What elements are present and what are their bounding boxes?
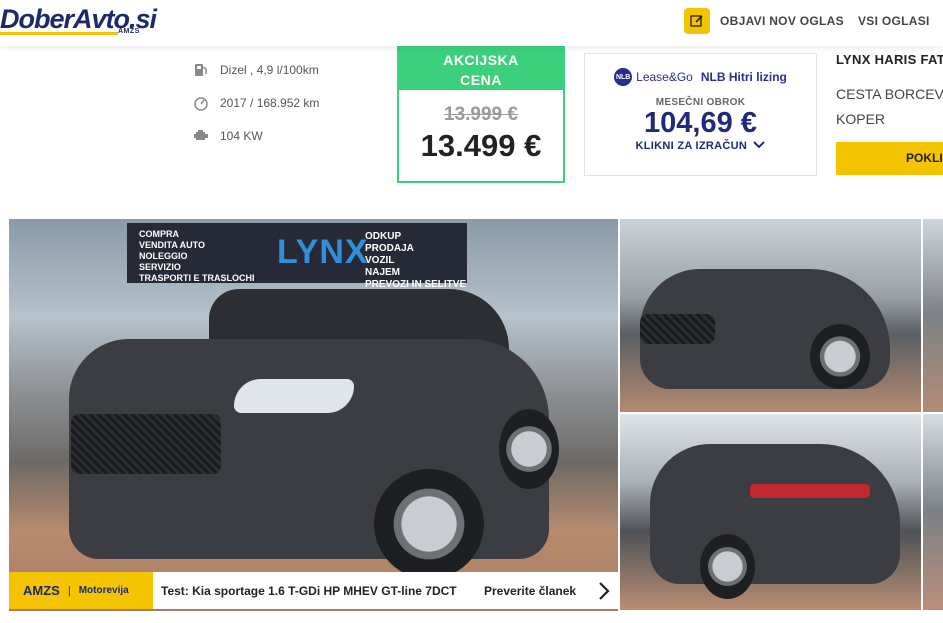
edit-icon xyxy=(684,8,710,34)
billboard-left-line: VENDITA AUTO xyxy=(139,240,206,250)
leasing-brand-row: NLB Lease&Go NLB Hitri lizing xyxy=(585,68,816,86)
promo-line1: AKCIJSKA xyxy=(443,52,519,68)
billboard-left-line: TRASPORTI E TRASLOCHI xyxy=(139,273,255,283)
billboard-right-line: ODKUP xyxy=(365,231,402,242)
dealer-billboard: COMPRA VENDITA AUTO NOLEGGIO SERVIZIO TRASPO… xyxy=(127,223,467,290)
site-header: DoberAvto.si AMZS OBJAVI NOV OGLAS VSI O… xyxy=(0,0,943,46)
spec-fuel: Dizel , 4,9 l/100km xyxy=(192,62,319,78)
spec-year-mileage: 2017 / 168.952 km xyxy=(192,95,319,111)
thumbnail-photo-4[interactable] xyxy=(923,414,943,610)
spec-power: 104 KW xyxy=(192,128,263,144)
car-headlight xyxy=(234,379,354,413)
spec-fuel-text: Dizel , 4,9 l/100km xyxy=(220,63,319,77)
fuel-pump-icon xyxy=(192,62,210,78)
leasing-brand-text: Lease&Go xyxy=(636,70,693,84)
leasing-product: NLB Hitri lizing xyxy=(700,70,787,84)
promo-line2: CENA xyxy=(460,72,502,88)
billboard-right-line: PRODAJA xyxy=(365,243,414,254)
old-price: 13.999 € xyxy=(444,104,518,125)
spec-year-mileage-text: 2017 / 168.952 km xyxy=(220,96,320,110)
thumb1-wheel xyxy=(810,324,870,389)
car-grille xyxy=(71,414,221,474)
thumbnail-photo-2[interactable] xyxy=(620,414,921,610)
all-ads-link[interactable]: VSI OGLASI xyxy=(858,14,930,28)
engine-icon xyxy=(192,128,210,144)
thumb2-taillight xyxy=(750,484,870,498)
call-dealer-button[interactable]: POKLI xyxy=(836,142,943,175)
news-banner[interactable]: AMZS | Motorevija Test: Kia sportage 1.6… xyxy=(9,572,618,609)
billboard-right-line: NAJEM xyxy=(365,267,401,278)
news-link[interactable]: Preverite članek xyxy=(484,584,576,598)
billboard-left-text: COMPRA VENDITA AUTO NOLEGGIO SERVIZIO TRASPO… xyxy=(139,229,255,284)
speedometer-icon xyxy=(192,95,210,111)
amzs-logo: AMZS xyxy=(23,583,60,598)
amzs-separator: | xyxy=(67,584,71,597)
thumb2-wheel xyxy=(700,534,755,599)
logo-underline xyxy=(0,32,118,35)
chevron-right-icon[interactable] xyxy=(596,581,612,601)
amzs-badge: AMZS | Motorevija xyxy=(9,572,153,609)
monthly-amount: 104,69 € xyxy=(644,107,757,139)
calculate-button[interactable]: KLIKNI ZA IZRAČUN xyxy=(585,140,816,152)
billboard-left-line: COMPRA xyxy=(139,229,179,239)
dealer-address: CESTA BORCEV KOPER xyxy=(836,82,943,132)
billboard-left-line: NOLEGGIO xyxy=(139,251,188,261)
new-price: 13.499 € xyxy=(420,128,542,163)
thumbnail-photo-3[interactable] xyxy=(923,219,943,412)
billboard-right-text: ODKUP PRODAJA VOZIL NAJEM PREVOZI IN SELITVE xyxy=(365,231,466,291)
spec-power-text: 104 KW xyxy=(220,129,263,143)
main-car-photo[interactable]: COMPRA VENDITA AUTO NOLEGGIO SERVIZIO TRASPO… xyxy=(9,219,618,611)
amzs-sub: Motorevija xyxy=(78,585,129,596)
post-ad-button[interactable]: OBJAVI NOV OGLAS xyxy=(684,8,844,34)
logo-sub: AMZS xyxy=(118,28,140,35)
dealer-address-line1: CESTA BORCEV xyxy=(836,86,943,102)
billboard-left-line: SERVIZIO xyxy=(139,262,181,272)
nlb-logo-icon: NLB xyxy=(614,68,633,86)
leasing-box[interactable]: NLB Lease&Go NLB Hitri lizing MESEČNI OB… xyxy=(584,53,817,176)
promo-badge: AKCIJSKA CENA xyxy=(399,48,563,90)
billboard-brand: LYNX xyxy=(277,233,369,271)
calculate-label: KLIKNI ZA IZRAČUN xyxy=(635,140,748,152)
billboard-right-line: VOZIL xyxy=(365,255,395,266)
thumb1-grille xyxy=(640,314,715,344)
price-box: AKCIJSKA CENA 13.999 € 13.499 € xyxy=(397,46,565,183)
dealer-address-line2: KOPER xyxy=(836,111,886,127)
thumb2-car xyxy=(650,444,900,584)
car-rear-wheel xyxy=(499,409,559,489)
news-title[interactable]: Test: Kia sportage 1.6 T-GDi HP MHEV GT-… xyxy=(161,584,476,598)
dealer-name[interactable]: LYNX HARIS FAT xyxy=(836,52,943,67)
car-front-wheel xyxy=(374,469,484,579)
thumbnail-photo-1[interactable] xyxy=(620,219,921,412)
post-ad-label: OBJAVI NOV OGLAS xyxy=(720,14,844,28)
chevron-down-icon xyxy=(753,141,766,149)
